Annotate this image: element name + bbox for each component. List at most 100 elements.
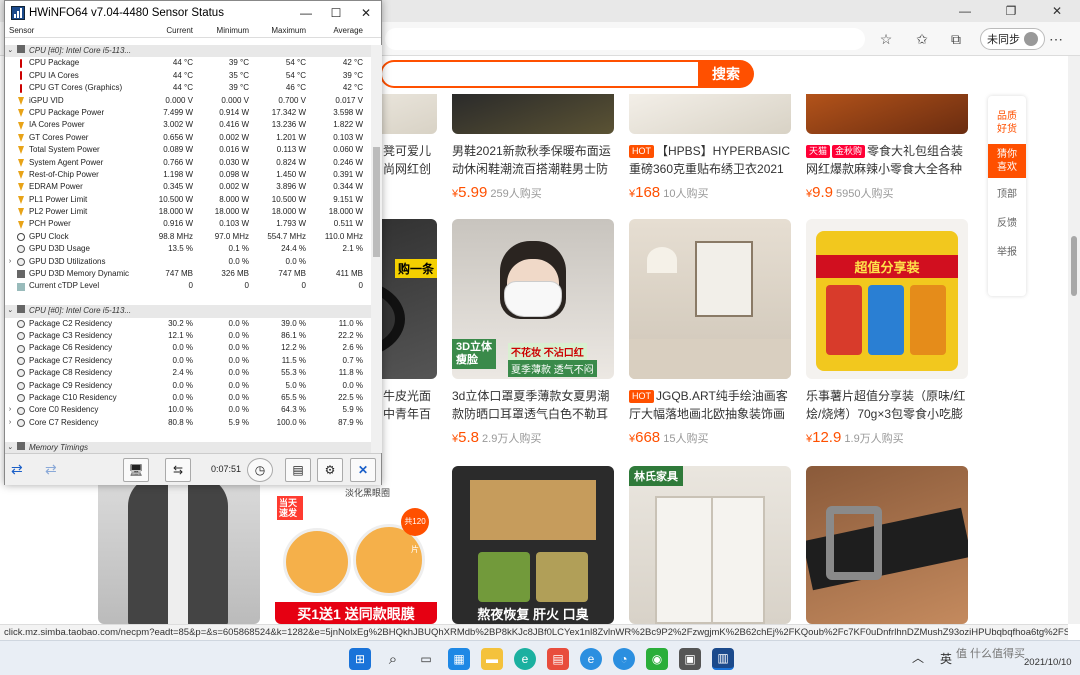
sensor-row[interactable]: Total System Power 0.089 W 0.016 W 0.113 W 0… — [5, 144, 371, 156]
tray-date[interactable]: 2021/10/10 — [1024, 657, 1072, 668]
file-explorer-icon[interactable]: ▬ — [481, 648, 503, 670]
column-header-current[interactable]: Current — [143, 24, 201, 37]
sensor-row[interactable]: Package C9 Residency 0.0 % 0.0 % 5.0 % 0.0 % — [5, 380, 371, 392]
column-header-minimum[interactable]: Minimum — [201, 24, 257, 37]
expand-icon[interactable]: › — [5, 417, 15, 429]
float-item-top[interactable]: 顶部 — [988, 188, 1026, 201]
widgets-icon[interactable]: ▦ — [448, 648, 470, 670]
float-item-report[interactable]: 举报 — [988, 246, 1026, 259]
product-card[interactable]: 男鞋2021新款秋季保暖布面运动休闲鞋潮流百搭潮鞋男士防 ¥5.99 259人购… — [452, 134, 614, 201]
minimize-icon[interactable]: — — [942, 0, 988, 22]
product-image[interactable] — [629, 94, 791, 134]
store-icon[interactable]: ▤ — [547, 648, 569, 670]
expand-icon[interactable]: › — [5, 256, 15, 268]
network-button[interactable]: ⇆ — [165, 458, 191, 482]
column-header-sensor[interactable]: Sensor — [5, 24, 143, 37]
sensor-row[interactable]: PCH Power 0.916 W 0.103 W 1.793 W 0.511 W — [5, 218, 371, 230]
address-bar[interactable] — [385, 28, 865, 50]
sensor-group-row[interactable]: ⌄ CPU [#0]: Intel Core i5-113... — [5, 305, 371, 318]
ie-icon[interactable]: e — [580, 648, 602, 670]
sensor-row[interactable]: IA Cores Power 3.002 W 0.416 W 13.236 W 1.82… — [5, 119, 371, 131]
edge-icon[interactable]: e — [514, 648, 536, 670]
scrollbar-thumb[interactable] — [1071, 236, 1077, 296]
column-header-maximum[interactable]: Maximum — [257, 24, 314, 37]
search-button[interactable]: 搜索 — [698, 60, 754, 88]
sensor-row[interactable]: Current cTDP Level 0 0 0 0 — [5, 280, 371, 292]
sensor-row[interactable]: Package C3 Residency 12.1 % 0.0 % 86.1 % 22.… — [5, 330, 371, 342]
sensor-row[interactable]: CPU GT Cores (Graphics) 44 °C 39 °C 46 °C 42… — [5, 82, 371, 94]
product-card[interactable] — [806, 466, 968, 624]
photos-icon[interactable]: ▣ — [679, 648, 701, 670]
sensor-row[interactable]: Package C8 Residency 2.4 % 0.0 % 55.3 % 11.8… — [5, 367, 371, 379]
sensor-row[interactable]: CPU Package Power 7.499 W 0.914 W 17.342 W 3… — [5, 107, 371, 119]
product-card[interactable]: 凳可爱儿 尚网红创 — [383, 134, 443, 178]
profile-sync-button[interactable]: 未同步 — [980, 28, 1045, 50]
sensor-row[interactable]: System Agent Power 0.766 W 0.030 W 0.824 W 0… — [5, 157, 371, 169]
product-card[interactable]: HOT JGQB.ART纯手绘油画客厅大幅落地画北欧抽象装饰画 ¥668 15人购… — [629, 219, 791, 446]
restore-icon[interactable]: ❐ — [988, 0, 1034, 22]
sensor-group-row[interactable]: ⌄ Memory Timings — [5, 441, 371, 454]
collections-icon[interactable]: ⧉ — [946, 29, 966, 49]
sensor-row[interactable]: Package C2 Residency 30.2 % 0.0 % 39.0 % 11.… — [5, 318, 371, 330]
sensor-row[interactable]: PL1 Power Limit 10.500 W 8.000 W 10.500 W 9.… — [5, 194, 371, 206]
more-menu-icon[interactable]: ⋯ — [1046, 29, 1066, 49]
hwinfo-taskbar-icon[interactable]: ▥ — [712, 648, 734, 670]
sensor-row[interactable]: › Core C7 Residency 80.8 % 5.9 % 100.0 % 87.9… — [5, 417, 371, 429]
maximize-icon[interactable]: ☐ — [321, 6, 351, 20]
close-icon[interactable]: ✕ — [351, 6, 381, 20]
sensor-row[interactable]: GT Cores Power 0.656 W 0.002 W 1.201 W 0.103… — [5, 132, 371, 144]
log-file-button[interactable]: ▤ — [285, 458, 311, 482]
nav-left-right-icon[interactable]: ⇄ — [11, 461, 23, 478]
sensor-row[interactable]: Package C6 Residency 0.0 % 0.0 % 12.2 % 2.6 … — [5, 342, 371, 354]
settings-button[interactable]: ⚙ — [317, 458, 343, 482]
minimize-icon[interactable]: — — [291, 6, 321, 20]
start-icon[interactable]: ⊞ — [349, 648, 371, 670]
product-card[interactable]: 超值分享装 乐事薯片超值分享装（原味/红烩/烧烤）70g×3包零食小吃膨 ¥12… — [806, 219, 968, 446]
collapse-icon[interactable]: ⌄ — [5, 45, 15, 57]
product-card[interactable]: 林氏家具 — [629, 466, 791, 624]
tray-chevron-icon[interactable]: ︿ — [912, 649, 924, 666]
product-card[interactable]: HOT【HPBS】HYPERBASIC重磅360克重贴布绣卫衣2021秋 ¥16… — [629, 134, 791, 201]
close-sensors-button[interactable]: ✕ — [350, 458, 376, 482]
product-card[interactable] — [98, 466, 260, 624]
task-view-icon[interactable]: ▭ — [415, 648, 437, 670]
sensor-group-row[interactable]: ⌄ CPU [#0]: Intel Core i5-113... — [5, 45, 371, 58]
search-icon[interactable]: ⌕ — [382, 648, 404, 670]
sensor-row[interactable]: CPU IA Cores 44 °C 35 °C 54 °C 39 °C — [5, 70, 371, 82]
hwinfo-titlebar[interactable]: HWiNFO64 v7.04-4480 Sensor Status — ☐ ✕ — [5, 1, 381, 24]
sensor-row[interactable]: › GPU D3D Utilizations 0.0 % 0.0 % — [5, 256, 371, 268]
sensor-row[interactable]: iGPU VID 0.000 V 0.000 V 0.700 V 0.017 V — [5, 95, 371, 107]
sensor-row[interactable]: GPU D3D Usage 13.5 % 0.1 % 24.4 % 2.1 % — [5, 243, 371, 255]
expand-icon[interactable]: › — [5, 404, 15, 416]
product-image[interactable] — [452, 94, 614, 134]
page-scrollbar[interactable] — [1068, 56, 1080, 624]
product-card[interactable]: 牛皮光面 中青年百 — [383, 379, 443, 423]
sensor-row[interactable]: Rest-of-Chip Power 1.198 W 0.098 W 1.450 W 0… — [5, 169, 371, 181]
sensor-row[interactable]: GPU D3D Memory Dynamic 747 MB 326 MB 747 MB… — [5, 268, 371, 280]
sensor-scrollbar[interactable] — [371, 45, 382, 453]
sensor-report-button[interactable]: 🖥 — [123, 458, 149, 482]
nav-left-right-secondary-icon[interactable]: ⇄ — [45, 461, 57, 478]
product-card[interactable]: 当天速发 淡化黑眼圈 共120片 买1送1 送同款眼膜 — [275, 466, 437, 624]
sensor-row[interactable]: CPU Package 44 °C 39 °C 54 °C 42 °C — [5, 57, 371, 69]
sensor-row[interactable]: GPU Clock 98.8 MHz 97.0 MHz 554.7 MHz 110.0 … — [5, 231, 371, 243]
product-card[interactable]: 3D立体 瘦脸 不花妆 不沾口红 夏季薄款 透气不闷 3d立体口罩夏季薄款女夏男潮… — [452, 219, 614, 446]
search-input[interactable] — [380, 60, 698, 88]
sensor-row[interactable]: Package C7 Residency 0.0 % 0.0 % 11.5 % 0.7 … — [5, 355, 371, 367]
collapse-icon[interactable]: ⌄ — [5, 305, 15, 317]
wechat-icon[interactable]: ◉ — [646, 648, 668, 670]
scrollbar-thumb[interactable] — [373, 147, 380, 257]
float-item-quality[interactable]: 品质好货 — [988, 108, 1026, 138]
float-item-feedback[interactable]: 反馈 — [988, 217, 1026, 230]
sensor-row[interactable]: Package C10 Residency 0.0 % 0.0 % 65.5 % 22.… — [5, 392, 371, 404]
add-favorite-icon[interactable]: ☆ — [876, 29, 896, 49]
float-item-guess-you-like[interactable]: 猜你喜欢 — [988, 144, 1026, 178]
collapse-icon[interactable]: ⌄ — [5, 442, 15, 454]
close-icon[interactable]: ✕ — [1034, 0, 1080, 22]
clock-reset-icon[interactable]: ◷ — [247, 458, 273, 482]
app-icon[interactable]: ◔ — [613, 648, 635, 670]
column-header-average[interactable]: Average — [314, 24, 371, 37]
product-card[interactable]: 天猫 金秋购 零食大礼包组合装网红爆款麻辣小零食大全各种 ¥9.9 5950人购买 — [806, 134, 968, 201]
favorites-icon[interactable]: ✩ — [912, 29, 932, 49]
product-card[interactable]: 熬夜恢复 肝火 口臭 — [452, 466, 614, 624]
